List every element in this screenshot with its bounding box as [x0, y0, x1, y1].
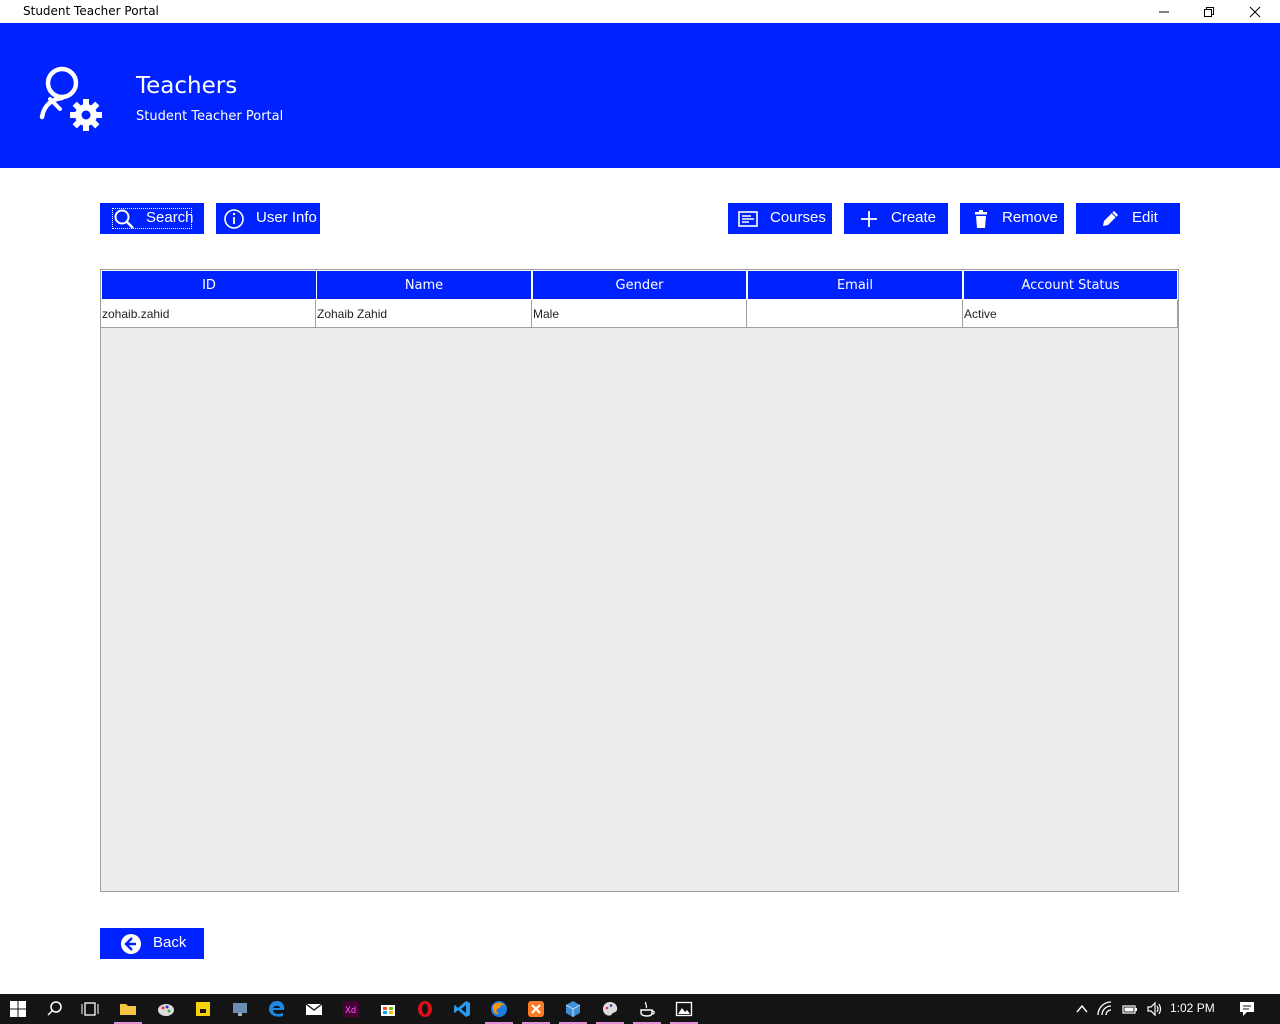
battery-icon — [1122, 1005, 1137, 1014]
user-settings-icon — [39, 66, 102, 131]
task-view-button[interactable] — [72, 994, 108, 1024]
search-icon — [47, 1001, 62, 1016]
cell-id: zohaib.zahid — [101, 300, 316, 328]
taskbar-store[interactable] — [370, 994, 406, 1024]
minimize-button[interactable] — [1141, 0, 1187, 23]
trash-icon — [975, 210, 987, 228]
info-icon — [224, 209, 244, 229]
column-header-name[interactable]: Name — [316, 270, 532, 300]
taskbar-clock[interactable]: 1:02 PM — [1170, 1001, 1215, 1015]
chevron-up-icon — [1076, 1004, 1088, 1013]
restore-button[interactable] — [1186, 0, 1232, 23]
svg-text:Xd: Xd — [345, 1005, 356, 1015]
edge-icon — [269, 1001, 285, 1017]
pencil-icon — [1103, 211, 1118, 226]
start-button[interactable] — [0, 994, 36, 1024]
create-button-label: Create — [891, 209, 937, 226]
courses-icon — [738, 211, 758, 227]
taskbar-edge[interactable] — [259, 994, 295, 1024]
taskbar-sticky-notes[interactable] — [185, 994, 221, 1024]
volume-icon — [1147, 1001, 1162, 1017]
windows-icon — [10, 1001, 26, 1017]
user-info-button[interactable]: User Info — [216, 203, 320, 234]
window-title: Student Teacher Portal — [23, 4, 159, 18]
taskbar-java-app[interactable] — [629, 994, 665, 1024]
cell-email — [747, 300, 963, 328]
taskbar-firefox[interactable] — [481, 994, 517, 1024]
palette-icon — [603, 1002, 618, 1016]
close-icon — [1249, 6, 1261, 17]
search-button[interactable]: Search — [100, 203, 204, 234]
remote-desktop-icon — [233, 1003, 247, 1016]
table-row[interactable]: zohaib.zahid Zohaib Zahid Male Active — [101, 300, 1178, 328]
courses-button[interactable]: Courses — [728, 203, 832, 234]
taskbar-virtualbox[interactable] — [555, 994, 591, 1024]
volume-button[interactable] — [1140, 994, 1170, 1024]
folder-icon — [120, 1004, 136, 1015]
user-info-button-label: User Info — [256, 209, 317, 226]
image-icon — [675, 1001, 693, 1017]
column-header-gender[interactable]: Gender — [532, 270, 747, 300]
courses-button-label: Courses — [770, 209, 826, 226]
edit-button-label: Edit — [1132, 209, 1158, 226]
taskbar-vscode[interactable] — [444, 994, 480, 1024]
page-subtitle: Student Teacher Portal — [136, 109, 284, 124]
column-header-email[interactable]: Email — [747, 270, 963, 300]
sticky-notes-icon — [196, 1002, 210, 1016]
taskbar-app-paint[interactable] — [148, 994, 184, 1024]
edit-button[interactable]: Edit — [1076, 203, 1180, 234]
mail-icon — [305, 1003, 323, 1015]
taskbar-mail[interactable] — [296, 994, 332, 1024]
column-header-id[interactable]: ID — [101, 270, 317, 300]
plus-icon — [861, 211, 877, 227]
taskbar-opera[interactable] — [407, 994, 443, 1024]
close-button[interactable] — [1232, 0, 1278, 23]
taskbar: Xd 1:02 PM — [0, 994, 1280, 1024]
cell-name: Zohaib Zahid — [316, 300, 532, 328]
xampp-icon — [528, 1001, 544, 1017]
cell-account-status: Active — [963, 300, 1178, 328]
action-center-button[interactable] — [1230, 994, 1264, 1024]
taskbar-photos-app[interactable] — [222, 994, 258, 1024]
taskbar-search-button[interactable] — [37, 994, 73, 1024]
vscode-icon — [454, 1001, 470, 1017]
cell-gender: Male — [532, 300, 747, 328]
taskbar-app-paint-3d[interactable] — [592, 994, 628, 1024]
search-icon — [114, 209, 134, 229]
remove-button-label: Remove — [1002, 209, 1058, 226]
java-icon — [640, 1001, 655, 1017]
column-header-account-status[interactable]: Account Status — [963, 270, 1178, 300]
create-button[interactable]: Create — [844, 203, 948, 234]
remove-button[interactable]: Remove — [960, 203, 1064, 234]
wifi-icon — [1097, 1001, 1112, 1016]
table-header: ID Name Gender Email Account Status — [101, 270, 1178, 300]
search-button-label: Search — [146, 209, 194, 226]
store-icon — [381, 1005, 395, 1016]
taskbar-photos[interactable] — [666, 994, 702, 1024]
taskbar-adobe-xd[interactable]: Xd — [333, 994, 369, 1024]
taskbar-file-explorer[interactable] — [110, 994, 146, 1024]
minimize-icon — [1159, 11, 1169, 12]
window-titlebar: Student Teacher Portal — [0, 0, 1280, 23]
back-button[interactable]: Back — [100, 928, 204, 959]
notification-icon — [1240, 1002, 1254, 1016]
teachers-table: ID Name Gender Email Account Status zoha… — [100, 269, 1179, 892]
paint-icon — [158, 1004, 174, 1016]
page-header: Teachers Student Teacher Portal — [0, 23, 1280, 168]
taskbar-xampp[interactable] — [518, 994, 554, 1024]
page-title: Teachers — [136, 73, 238, 99]
back-button-label: Back — [153, 934, 187, 951]
adobe-xd-icon: Xd — [343, 1001, 359, 1017]
task-view-icon — [81, 1002, 99, 1016]
firefox-icon — [491, 1001, 507, 1017]
opera-icon — [418, 1001, 432, 1017]
cube-icon — [565, 1001, 581, 1017]
restore-icon — [1204, 6, 1214, 17]
arrow-left-circle-icon — [121, 934, 141, 954]
